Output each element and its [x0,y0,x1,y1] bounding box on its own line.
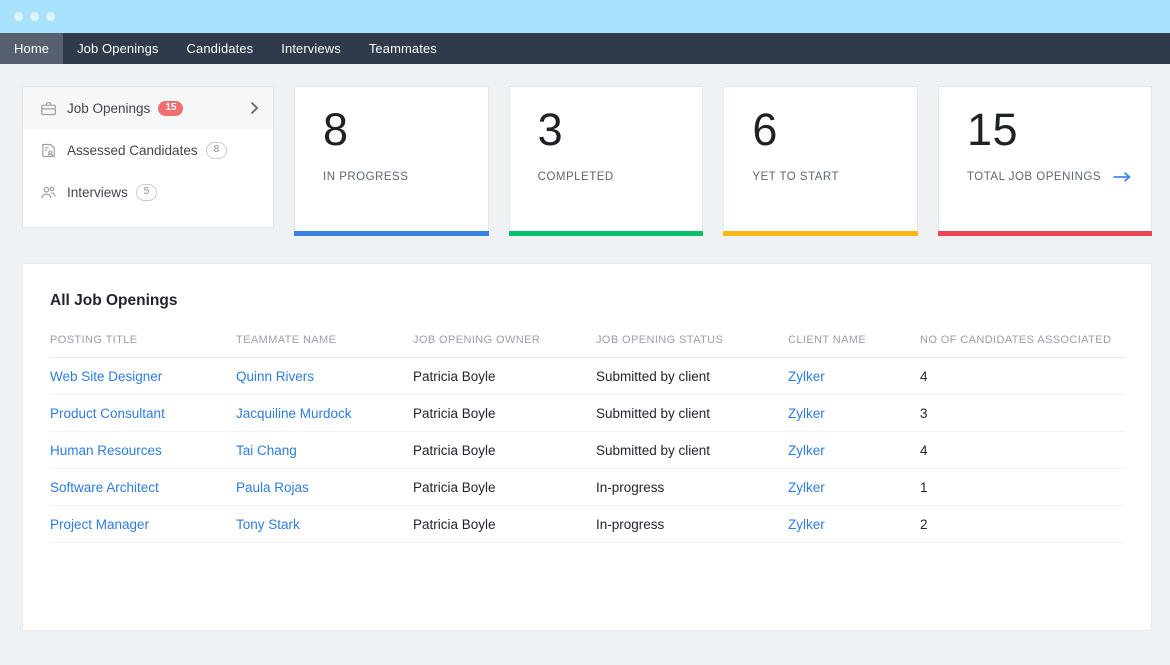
stat-value: 15 [967,105,1131,155]
nav-item-job-openings[interactable]: Job Openings [63,33,172,64]
stat-card-group: 8 IN PROGRESS 3 COMPLETED 6 YET TO START 15 TOT… [294,86,1152,231]
stat-card-yet-to-start[interactable]: 6 YET TO START [723,86,918,231]
nav-item-home[interactable]: Home [0,33,63,64]
stat-label: COMPLETED [538,171,614,183]
table-row: Web Site DesignerQuinn RiversPatricia Bo… [50,358,1125,395]
cell-posting-title[interactable]: Human Resources [50,432,236,469]
job-openings-table: POSTING TITLETEAMMATE NAMEJOB OPENING OW… [50,334,1125,543]
sidebar-item-count-badge: 8 [206,142,228,159]
sidebar-item-job-openings[interactable]: Job Openings 15 [23,87,273,129]
stat-value: 3 [538,105,683,155]
stat-accent-bar [509,231,704,236]
column-header: CLIENT NAME [788,334,920,358]
sidebar-item-interviews[interactable]: Interviews 5 [23,171,273,213]
nav-item-candidates[interactable]: Candidates [173,33,268,64]
briefcase-icon [39,99,58,118]
cell-owner: Patricia Boyle [413,358,596,395]
stat-label-row: IN PROGRESS [323,171,468,183]
cell-posting-title[interactable]: Project Manager [50,506,236,543]
chevron-right-icon[interactable] [249,101,259,115]
cell-client[interactable]: Zylker [788,432,920,469]
cell-status: Submitted by client [596,358,788,395]
main-navbar: HomeJob OpeningsCandidatesInterviewsTeam… [0,33,1170,64]
cell-teammate-name[interactable]: Tai Chang [236,432,413,469]
cell-owner: Patricia Boyle [413,469,596,506]
people-icon [39,183,58,202]
sidebar-item-count-badge: 15 [158,101,183,116]
assessment-icon [39,141,58,160]
table-row: Product ConsultantJacquiline MurdockPatr… [50,395,1125,432]
stat-card-total-job-openings[interactable]: 15 TOTAL JOB OPENINGS [938,86,1152,231]
cell-client[interactable]: Zylker [788,395,920,432]
table-row: Project ManagerTony StarkPatricia BoyleI… [50,506,1125,543]
cell-posting-title[interactable]: Web Site Designer [50,358,236,395]
cell-owner: Patricia Boyle [413,395,596,432]
stat-label-row: COMPLETED [538,171,683,183]
stat-label-row: TOTAL JOB OPENINGS [967,171,1131,183]
cell-teammate-name[interactable]: Paula Rojas [236,469,413,506]
cell-owner: Patricia Boyle [413,506,596,543]
cell-teammate-name[interactable]: Quinn Rivers [236,358,413,395]
column-header: NO OF CANDIDATES ASSOCIATED [920,334,1125,358]
stat-value: 6 [752,105,897,155]
navigation-card: Job Openings 15 Assessed Candidates 8 Interv… [22,86,274,228]
table-header-row: POSTING TITLETEAMMATE NAMEJOB OPENING OW… [50,334,1125,358]
column-header: JOB OPENING OWNER [413,334,596,358]
dashboard-top-row: Job Openings 15 Assessed Candidates 8 Interv… [22,86,1152,231]
cell-posting-title[interactable]: Product Consultant [50,395,236,432]
sidebar-item-label: Interviews [67,185,128,200]
cell-candidates: 2 [920,506,1125,543]
column-header: POSTING TITLE [50,334,236,358]
cell-status: In-progress [596,506,788,543]
cell-posting-title[interactable]: Software Architect [50,469,236,506]
window-maximize-dot[interactable] [46,12,55,21]
sidebar-item-assessed-candidates[interactable]: Assessed Candidates 8 [23,129,273,171]
cell-client[interactable]: Zylker [788,506,920,543]
stat-card-in-progress[interactable]: 8 IN PROGRESS [294,86,489,231]
stat-card-completed[interactable]: 3 COMPLETED [509,86,704,231]
cell-teammate-name[interactable]: Jacquiline Murdock [236,395,413,432]
cell-client[interactable]: Zylker [788,469,920,506]
cell-client[interactable]: Zylker [788,358,920,395]
stat-label: IN PROGRESS [323,171,408,183]
cell-teammate-name[interactable]: Tony Stark [236,506,413,543]
cell-candidates: 4 [920,358,1125,395]
arrow-right-icon[interactable] [1113,171,1131,183]
window-titlebar [0,0,1170,33]
cell-candidates: 4 [920,432,1125,469]
cell-candidates: 3 [920,395,1125,432]
sidebar-item-label: Assessed Candidates [67,143,198,158]
nav-item-teammates[interactable]: Teammates [355,33,451,64]
cell-candidates: 1 [920,469,1125,506]
stat-label: TOTAL JOB OPENINGS [967,171,1101,183]
window-minimize-dot[interactable] [30,12,39,21]
stat-value: 8 [323,105,468,155]
stat-accent-bar [723,231,918,236]
table-row: Software ArchitectPaula RojasPatricia Bo… [50,469,1125,506]
job-openings-card: All Job Openings POSTING TITLETEAMMATE N… [22,263,1152,631]
column-header: TEAMMATE NAME [236,334,413,358]
stat-accent-bar [938,231,1152,236]
window-controls [14,12,55,21]
sidebar-item-label: Job Openings [67,101,150,116]
table-body: Web Site DesignerQuinn RiversPatricia Bo… [50,358,1125,543]
cell-status: Submitted by client [596,432,788,469]
table-header: POSTING TITLETEAMMATE NAMEJOB OPENING OW… [50,334,1125,358]
stat-label-row: YET TO START [752,171,897,183]
window-close-dot[interactable] [14,12,23,21]
page-title: All Job Openings [50,292,1125,310]
stat-accent-bar [294,231,489,236]
cell-status: Submitted by client [596,395,788,432]
sidebar-item-count-badge: 5 [136,184,158,201]
page-body: Job Openings15Assessed Candidates8Interv… [0,64,1170,631]
column-header: JOB OPENING STATUS [596,334,788,358]
stat-label: YET TO START [752,171,839,183]
cell-status: In-progress [596,469,788,506]
cell-owner: Patricia Boyle [413,432,596,469]
nav-item-interviews[interactable]: Interviews [267,33,355,64]
table-row: Human ResourcesTai ChangPatricia BoyleSu… [50,432,1125,469]
